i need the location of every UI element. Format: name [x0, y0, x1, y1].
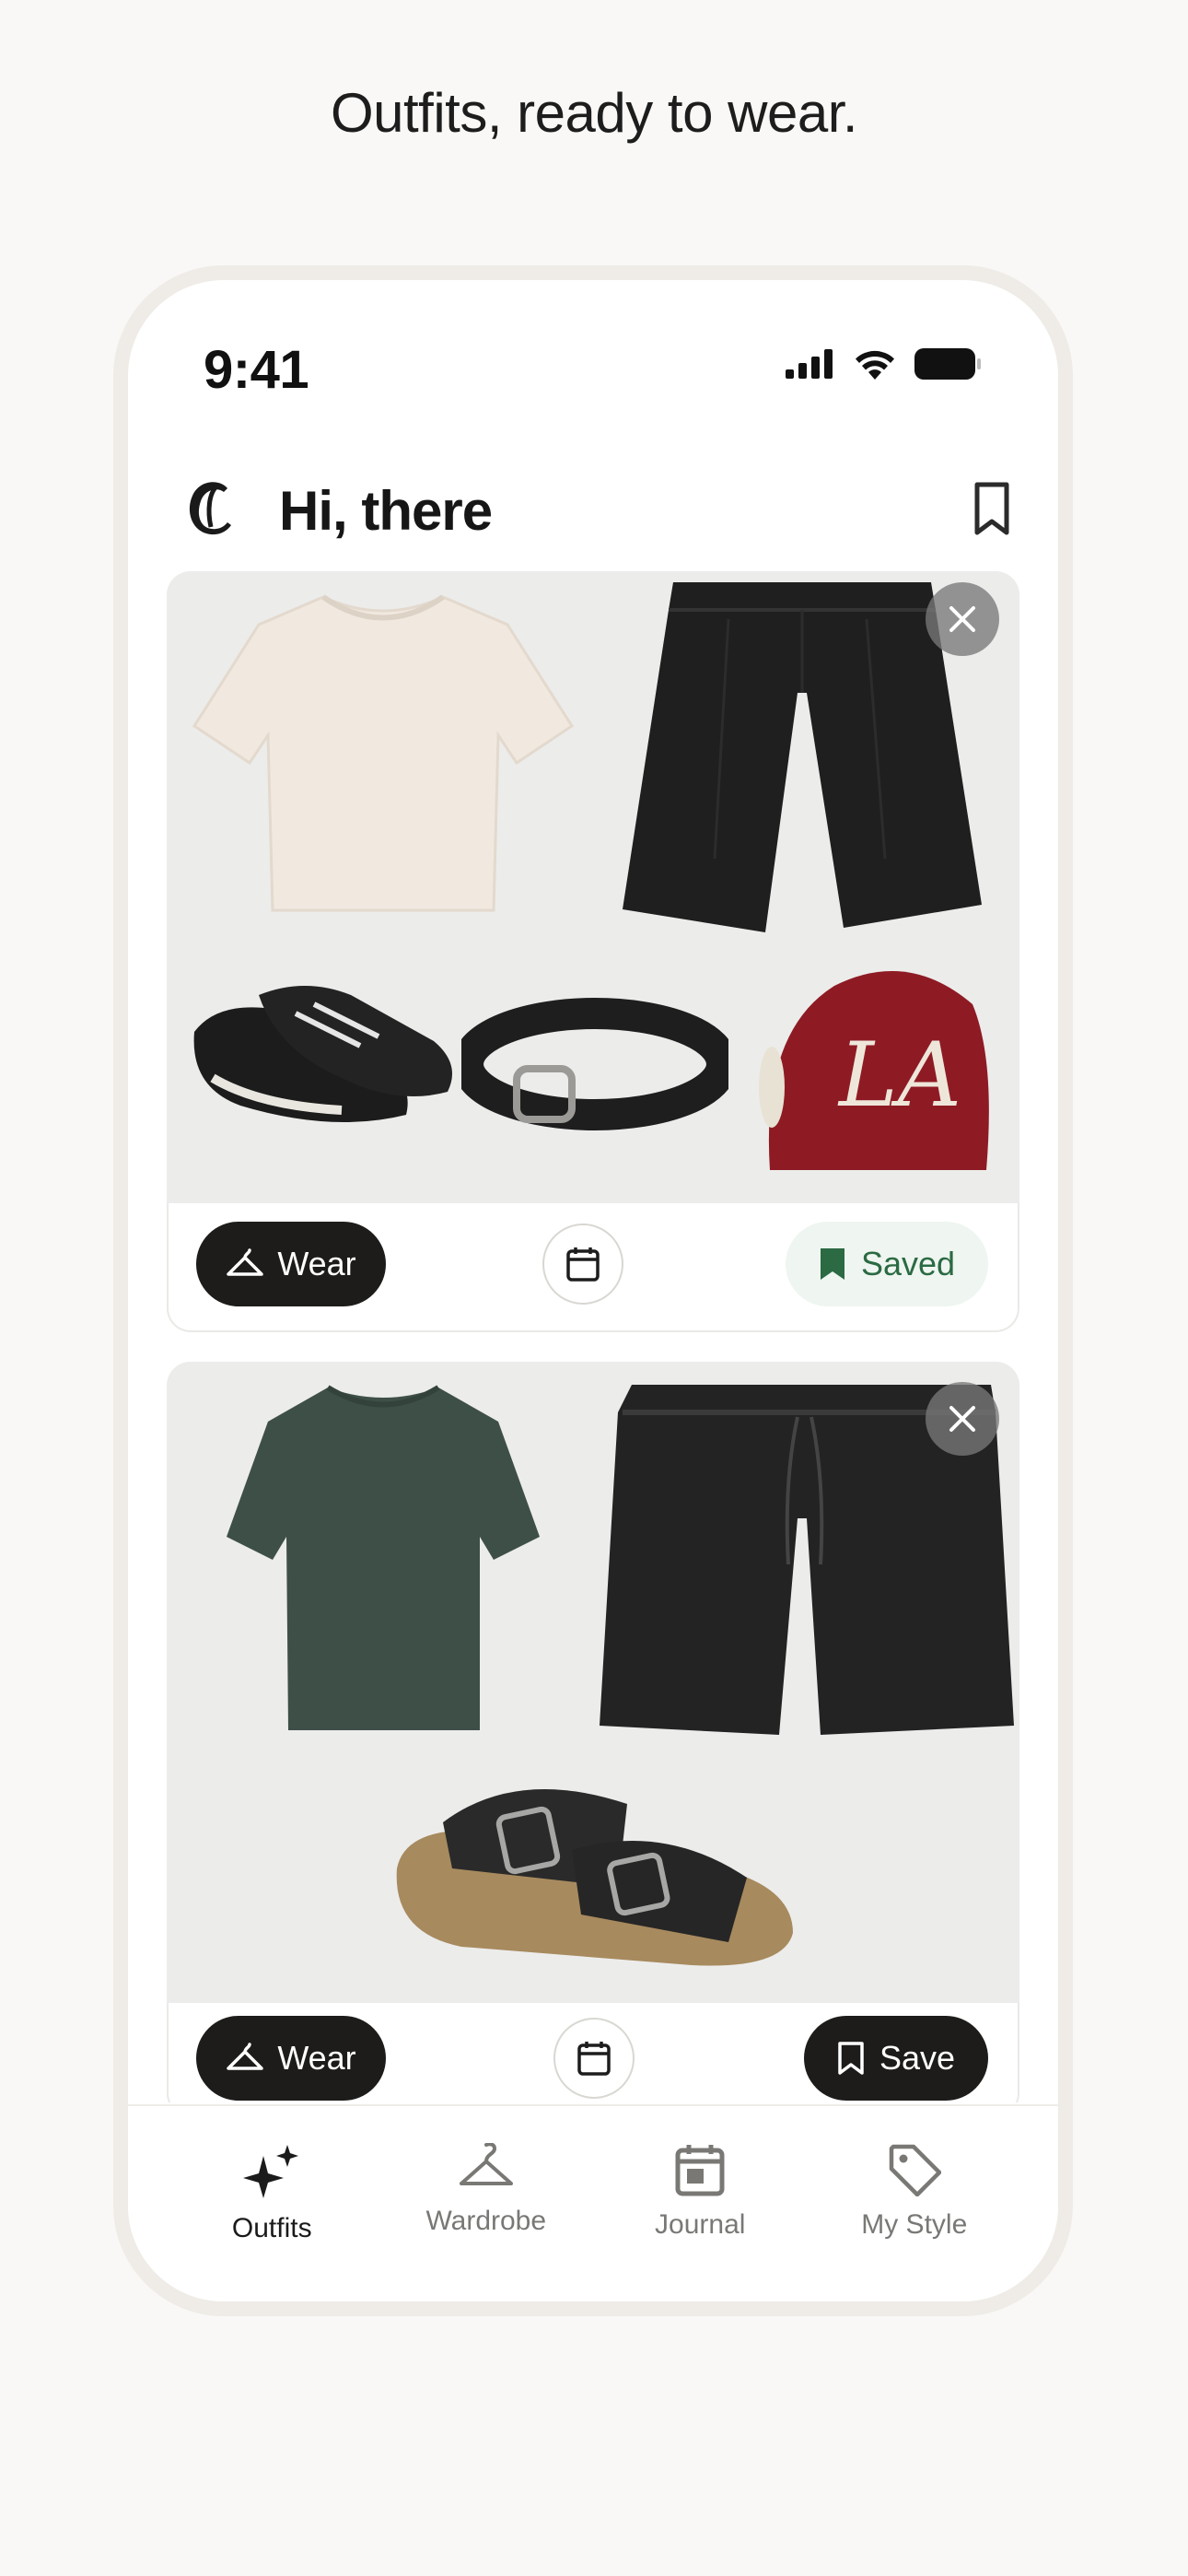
calendar-icon	[675, 2145, 725, 2196]
saved-button[interactable]: Saved	[786, 1222, 988, 1306]
hanger-icon	[227, 2043, 264, 2070]
tab-outfits[interactable]: Outfits	[180, 2106, 364, 2301]
bookmark-icon[interactable]	[970, 481, 1014, 536]
outfit-collage[interactable]: LA	[167, 571, 1019, 1203]
tab-label: Journal	[655, 2209, 746, 2240]
status-time: 9:41	[204, 340, 309, 400]
tag-icon	[889, 2144, 941, 2196]
calendar-icon	[577, 2042, 611, 2076]
belt-image	[461, 998, 728, 1130]
outfit-card: LA Wear Saved	[167, 571, 1019, 1332]
schedule-button[interactable]	[553, 2018, 635, 2099]
sneakers-image	[193, 986, 452, 1122]
dismiss-outfit-button[interactable]	[926, 1382, 999, 1456]
tab-label: Outfits	[231, 2213, 312, 2243]
bookmark-filled-icon	[820, 1248, 844, 1280]
tshirt-cream-image	[192, 594, 575, 912]
cap-red-image: LA	[759, 971, 989, 1170]
greeting-title: Hi, there	[279, 480, 493, 542]
app-logo-icon	[189, 482, 231, 535]
tab-my-style[interactable]: My Style	[822, 2106, 1007, 2301]
outfit-card: Wear Save	[167, 1362, 1019, 2102]
wifi-icon	[856, 350, 894, 380]
tab-journal[interactable]: Journal	[608, 2106, 792, 2301]
dismiss-outfit-button[interactable]	[926, 582, 999, 656]
tab-label: Wardrobe	[425, 2206, 547, 2236]
calendar-icon	[566, 1247, 600, 1282]
status-icons	[786, 348, 981, 380]
wear-button-label: Wear	[277, 2039, 356, 2077]
wear-button[interactable]: Wear	[196, 2016, 386, 2101]
svg-text:LA: LA	[837, 1024, 961, 1127]
save-button-label: Save	[879, 2039, 956, 2077]
tab-wardrobe[interactable]: Wardrobe	[394, 2106, 578, 2301]
wear-button[interactable]: Wear	[196, 1222, 386, 1306]
save-button[interactable]: Save	[804, 2016, 988, 2101]
page-headline: Outfits, ready to wear.	[330, 82, 858, 144]
wear-button-label: Wear	[277, 1245, 356, 1282]
schedule-button[interactable]	[542, 1224, 623, 1305]
tab-label: My Style	[861, 2209, 968, 2240]
signal-icon	[786, 349, 833, 379]
sparkle-icon	[243, 2145, 299, 2198]
outfit-collage[interactable]	[167, 1362, 1019, 2003]
sandals-image	[396, 1789, 793, 1966]
phone-screen: 9:41 Hi, there LA Wear Saved Wear Save O…	[128, 280, 1058, 2301]
bottom-tab-bar: Outfits Wardrobe Journal My Style	[128, 2104, 1058, 2301]
close-icon	[949, 1406, 975, 1432]
hanger-icon	[227, 1248, 264, 1276]
tshirt-green-image	[227, 1385, 540, 1730]
app-header: Hi, there	[128, 464, 1058, 566]
phone-frame: 9:41 Hi, there LA Wear Saved Wear Save O…	[113, 265, 1073, 2316]
bookmark-icon	[838, 2042, 864, 2075]
close-icon	[949, 606, 975, 632]
saved-button-label: Saved	[860, 1245, 956, 1282]
outfit-feed[interactable]: LA Wear Saved Wear Save	[128, 571, 1058, 2102]
battery-icon	[914, 348, 981, 380]
hanger-icon	[459, 2143, 513, 2185]
